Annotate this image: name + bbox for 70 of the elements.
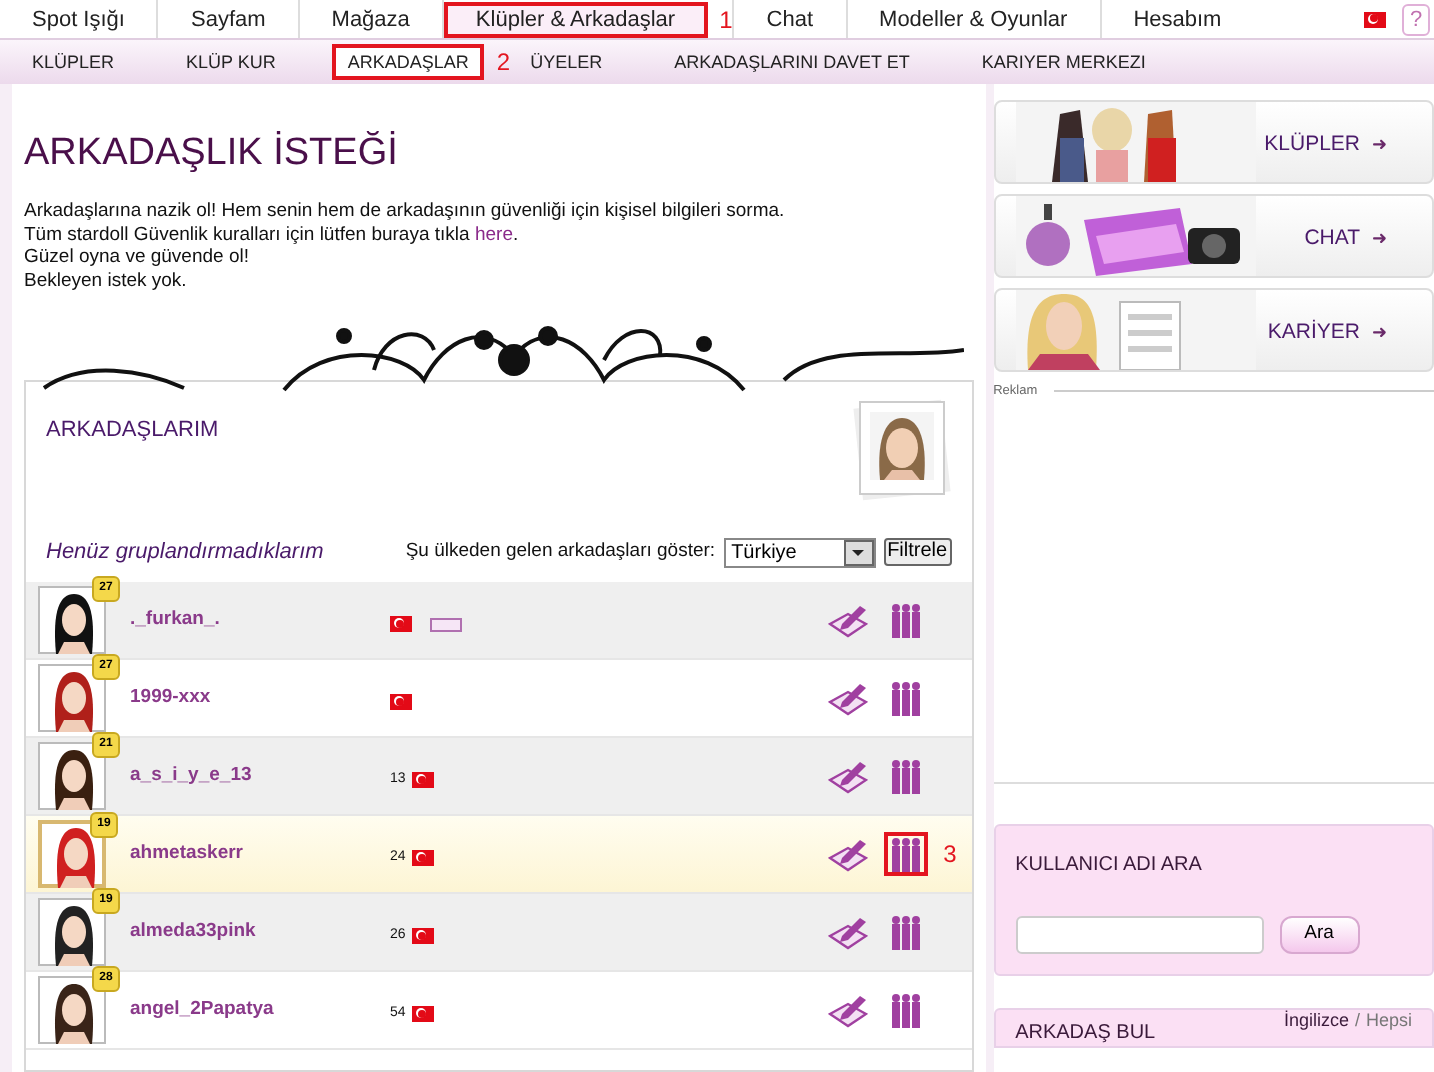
nav-tab[interactable]: Sayfam xyxy=(158,1,298,37)
nav-tab[interactable]: Spot Işığı xyxy=(0,1,157,37)
people-icon xyxy=(889,914,922,950)
pencil-icon[interactable] xyxy=(827,836,868,872)
dropdown-icon xyxy=(843,539,874,565)
pencil-icon[interactable] xyxy=(827,758,868,794)
nav-tab[interactable]: Hesabım xyxy=(1101,1,1254,37)
country-select[interactable]: Türkiye xyxy=(723,537,876,567)
intro-text: Tüm stardoll Güvenlik kuralları için lütfen buraya tıkla here. xyxy=(24,223,521,246)
friend-name[interactable]: angel_2Papatya xyxy=(130,995,390,1025)
page-title: ARKADAŞLIK İSTEĞİ xyxy=(24,132,400,176)
section-title: ARKADAŞLARIM xyxy=(46,416,219,446)
language-link[interactable]: İngilizce xyxy=(1283,1009,1349,1032)
nav-tab[interactable]: Chat xyxy=(734,1,846,37)
friend-name[interactable]: almeda33pink xyxy=(130,917,390,947)
sub-nav-tab[interactable]: KARIYER MERKEZI xyxy=(965,44,1162,80)
promo-banner[interactable]: KARİYER ➜ xyxy=(993,288,1434,372)
pencil-icon[interactable] xyxy=(827,914,868,950)
promo-label: CHAT xyxy=(1304,224,1360,255)
promo-label: KARİYER xyxy=(1267,318,1360,349)
annotation-number: 2 xyxy=(496,46,511,80)
sub-nav-tab[interactable]: ARKADAŞLARINI DAVET ET xyxy=(658,44,926,80)
arrow-icon: ➜ xyxy=(1372,320,1388,348)
filter-label: Şu ülkeden gelen arkadaşları göster: xyxy=(405,537,716,566)
people-icon xyxy=(889,680,922,716)
annotation-number: 3 xyxy=(943,838,959,872)
promo-banner[interactable]: CHAT ➜ xyxy=(993,194,1434,278)
pencil-icon[interactable] xyxy=(827,992,868,1028)
pencil-icon[interactable] xyxy=(827,680,868,716)
filter-button[interactable]: Filtrele xyxy=(883,538,952,566)
friend-name[interactable]: ._furkan_. xyxy=(130,605,390,635)
flag-icon xyxy=(411,772,434,788)
separator-text: / xyxy=(1354,1009,1360,1032)
friend-name[interactable]: a_s_i_y_e_13 xyxy=(130,761,390,791)
people-icon xyxy=(889,758,922,794)
arrow-icon: ➜ xyxy=(1372,226,1388,254)
people-icon xyxy=(889,836,922,872)
arrow-icon: ➜ xyxy=(1372,132,1388,160)
group-title: Henüz gruplandırmadıklarım xyxy=(46,537,324,568)
people-icon xyxy=(889,602,922,638)
username-input[interactable] xyxy=(1015,915,1264,954)
people-icon xyxy=(889,992,922,1028)
flag-icon xyxy=(390,694,412,710)
annotation-number: 1 xyxy=(719,3,733,37)
intro-text: Güzel oyna ve güvende ol! xyxy=(24,246,251,269)
nav-tab[interactable]: Klüpler & Arkadaşlar xyxy=(443,1,708,37)
here-link[interactable]: here xyxy=(474,223,513,245)
sub-nav-tab[interactable]: ÜYELER xyxy=(514,44,619,80)
sub-nav-tab[interactable]: KLÜPLER xyxy=(16,44,131,80)
panel-title: KULLANICI ADI ARA xyxy=(1015,851,1204,880)
flag-icon xyxy=(1364,11,1386,27)
flag-icon xyxy=(411,1006,434,1022)
panel-title: ARKADAŞ BUL xyxy=(1015,1021,1156,1046)
people-button[interactable] xyxy=(883,832,928,876)
flag-icon xyxy=(411,850,434,866)
pencil-icon[interactable] xyxy=(827,602,868,638)
friend-name[interactable]: 1999-xxx xyxy=(130,683,390,713)
sub-nav-tab[interactable]: ARKADAŞLAR xyxy=(331,44,485,80)
promo-label: KLÜPLER xyxy=(1264,130,1360,161)
nav-tab[interactable]: Modeller & Oyunlar xyxy=(847,1,1100,37)
nav-tab[interactable]: Mağaza xyxy=(299,1,442,37)
flag-icon xyxy=(411,928,434,944)
flag-icon xyxy=(390,616,412,632)
sub-nav-tab[interactable]: KLÜP KUR xyxy=(170,44,292,80)
search-button[interactable]: Ara xyxy=(1279,915,1360,954)
all-link[interactable]: Hepsi xyxy=(1365,1009,1412,1032)
friend-name[interactable]: ahmetaskerr xyxy=(130,839,390,869)
intro-text: Arkadaşlarına nazik ol! Hem senin hem de arkadaşının güvenliği için kişisel bilgileri sorma. xyxy=(24,200,787,223)
promo-banner[interactable]: KLÜPLER ➜ xyxy=(993,100,1434,184)
intro-text: Bekleyen istek yok. xyxy=(24,269,189,292)
